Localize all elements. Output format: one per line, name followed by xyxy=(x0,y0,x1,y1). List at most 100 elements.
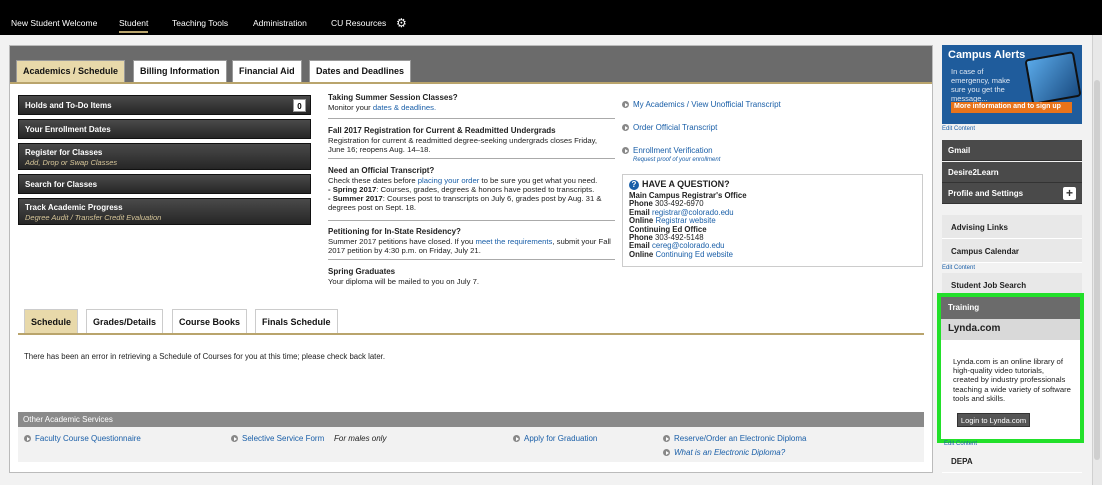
main-content-panel: Academics / Schedule Billing Information… xyxy=(9,45,933,473)
edit-content-link[interactable]: Edit Content xyxy=(942,265,975,271)
nav-new-student-welcome[interactable]: New Student Welcome xyxy=(11,18,97,28)
search-classes-label: Search for Classes xyxy=(25,180,98,189)
electronic-diploma-link[interactable]: Reserve/Order an Electronic Diploma xyxy=(663,434,807,443)
what-is-diploma-link[interactable]: What is an Electronic Diploma? xyxy=(663,448,785,457)
males-only-note: For males only xyxy=(334,434,387,443)
question-box: ? HAVE A QUESTION? Main Campus Registrar'… xyxy=(622,174,923,267)
track-academic-progress-button[interactable]: Track Academic Progress Degree Audit / T… xyxy=(18,198,311,225)
electronic-diploma-link-text[interactable]: Reserve/Order an Electronic Diploma xyxy=(674,434,807,443)
news-title: Fall 2017 Registration for Current & Rea… xyxy=(328,126,556,135)
tab-grades-details[interactable]: Grades/Details xyxy=(86,309,164,333)
continuing-ed-website-link[interactable]: Continuing Ed website xyxy=(655,250,733,259)
nav-student[interactable]: Student xyxy=(119,18,149,33)
track-label: Track Academic Progress xyxy=(25,203,123,212)
dates-deadlines-link[interactable]: dates & deadlines. xyxy=(373,103,436,112)
tab-underline xyxy=(10,82,932,84)
campus-alerts-title: Campus Alerts xyxy=(948,49,1026,61)
enrollment-dates-button[interactable]: Your Enrollment Dates xyxy=(18,119,311,139)
order-transcript-link-text[interactable]: Order Official Transcript xyxy=(633,123,717,132)
order-transcript-link[interactable]: Order Official Transcript xyxy=(622,123,717,132)
my-academics-link-text[interactable]: My Academics / View Unofficial Transcrip… xyxy=(633,100,781,109)
campus-alerts-text: In case of emergency, make sure you get … xyxy=(951,67,1011,103)
news-summer-session: Taking Summer Session Classes? Monitor y… xyxy=(328,93,615,112)
news-text: Monitor your xyxy=(328,103,373,112)
sidebar-item-campus-calendar[interactable]: Campus Calendar xyxy=(942,239,1082,263)
campus-alerts-signup-button[interactable]: More information and to sign up xyxy=(951,102,1072,113)
sidebar-item-depa[interactable]: DEPA xyxy=(942,449,1082,473)
news-spring-graduates: Spring Graduates Your diploma will be ma… xyxy=(328,267,615,286)
sidebar-item-desire2learn[interactable]: Desire2Learn xyxy=(942,162,1082,183)
arrow-circle-icon xyxy=(622,124,629,131)
news-title: Spring Graduates xyxy=(328,267,396,276)
nav-teaching-tools[interactable]: Teaching Tools xyxy=(172,18,228,28)
lynda-title: Lynda.com xyxy=(941,319,1080,340)
tab-course-books[interactable]: Course Books xyxy=(172,309,248,333)
tab-academics-schedule[interactable]: Academics / Schedule xyxy=(16,60,126,82)
register-for-classes-button[interactable]: Register for Classes Add, Drop or Swap C… xyxy=(18,143,311,170)
sidebar-item-gmail[interactable]: Gmail xyxy=(942,140,1082,161)
question-title: HAVE A QUESTION? xyxy=(642,179,730,189)
right-sidebar: Campus Alerts In case of emergency, make… xyxy=(937,45,1084,485)
news-bullet-label: - Spring 2017 xyxy=(328,185,377,194)
profile-settings-label: Profile and Settings xyxy=(948,189,1024,198)
news-bullet-label: - Summer 2017 xyxy=(328,194,383,203)
news-title: Need an Official Transcript? xyxy=(328,166,435,175)
news-text: Summer 2017 petitions have closed. If yo… xyxy=(328,237,476,246)
enrollment-verification-link-text[interactable]: Enrollment Verification xyxy=(633,146,713,155)
plus-icon[interactable]: + xyxy=(1063,187,1076,200)
sidebar-item-profile-settings[interactable]: Profile and Settings + xyxy=(942,183,1082,204)
enrollment-verification-link[interactable]: Enrollment Verification xyxy=(622,146,713,155)
news-text: : Courses, grades, degrees & honors have… xyxy=(376,185,595,194)
page-scrollbar-thumb[interactable] xyxy=(1094,80,1100,460)
apply-graduation-link-text[interactable]: Apply for Graduation xyxy=(524,434,597,443)
fcq-link-text[interactable]: Faculty Course Questionnaire xyxy=(35,434,141,443)
main-tab-strip: Academics / Schedule Billing Information… xyxy=(10,46,932,84)
search-for-classes-button[interactable]: Search for Classes xyxy=(18,174,311,194)
apply-graduation-link[interactable]: Apply for Graduation xyxy=(513,434,597,443)
fcq-link[interactable]: Faculty Course Questionnaire xyxy=(24,434,141,443)
gear-icon[interactable]: ⚙ xyxy=(396,17,407,29)
tab-schedule[interactable]: Schedule xyxy=(24,309,79,333)
other-services-header: Other Academic Services xyxy=(18,412,924,427)
sidebar-item-advising-links[interactable]: Advising Links xyxy=(942,215,1082,239)
selective-service-link[interactable]: Selective Service Form xyxy=(231,434,324,443)
tab-dates-and-deadlines[interactable]: Dates and Deadlines xyxy=(309,60,412,82)
lynda-description: Lynda.com is an online library of high-q… xyxy=(953,357,1071,403)
nav-administration[interactable]: Administration xyxy=(253,18,307,28)
online-label: Online xyxy=(629,249,654,259)
enrollment-verification-sublabel: Request proof of your enrollment xyxy=(633,157,721,163)
training-header[interactable]: Training xyxy=(941,297,1080,319)
other-services-body: Faculty Course Questionnaire Selective S… xyxy=(18,427,924,462)
login-lynda-button[interactable]: Login to Lynda.com xyxy=(957,413,1030,427)
holds-count-badge: 0 xyxy=(293,99,306,112)
selective-service-link-text[interactable]: Selective Service Form xyxy=(242,434,324,443)
top-navigation-bar: New Student Welcome Student Teaching Too… xyxy=(0,0,1102,35)
news-fall-registration: Fall 2017 Registration for Current & Rea… xyxy=(328,126,615,154)
news-text: Check these dates before xyxy=(328,176,418,185)
holds-button[interactable]: Holds and To-Do Items 0 xyxy=(18,95,311,115)
tab-billing-information[interactable]: Billing Information xyxy=(133,60,227,82)
nav-cu-resources[interactable]: CU Resources xyxy=(331,18,386,28)
campus-alerts-banner[interactable]: Campus Alerts In case of emergency, make… xyxy=(942,45,1082,124)
tab-financial-aid[interactable]: Financial Aid xyxy=(232,60,302,82)
news-text: Registration for current & readmitted de… xyxy=(328,136,598,154)
enrollment-dates-label: Your Enrollment Dates xyxy=(25,125,111,134)
arrow-circle-icon xyxy=(622,147,629,154)
register-sublabel: Add, Drop or Swap Classes xyxy=(25,158,118,167)
edit-content-link-partial[interactable]: Edit Content xyxy=(944,441,977,447)
what-is-diploma-link-text[interactable]: What is an Electronic Diploma? xyxy=(674,448,785,457)
news-divider xyxy=(328,220,615,221)
register-label: Register for Classes xyxy=(25,148,103,157)
training-widget: Training Lynda.com Lynda.com is an onlin… xyxy=(937,293,1084,443)
my-academics-link[interactable]: My Academics / View Unofficial Transcrip… xyxy=(622,100,781,109)
news-title: Petitioning for In-State Residency? xyxy=(328,227,461,236)
placing-order-link[interactable]: placing your order xyxy=(418,176,480,185)
arrow-circle-icon xyxy=(24,435,31,442)
arrow-circle-icon xyxy=(231,435,238,442)
meet-requirements-link[interactable]: meet the requirements xyxy=(475,237,552,246)
arrow-circle-icon xyxy=(663,435,670,442)
news-divider xyxy=(328,158,615,159)
news-divider xyxy=(328,118,615,119)
edit-content-link[interactable]: Edit Content xyxy=(942,126,975,132)
tab-finals-schedule[interactable]: Finals Schedule xyxy=(255,309,338,333)
